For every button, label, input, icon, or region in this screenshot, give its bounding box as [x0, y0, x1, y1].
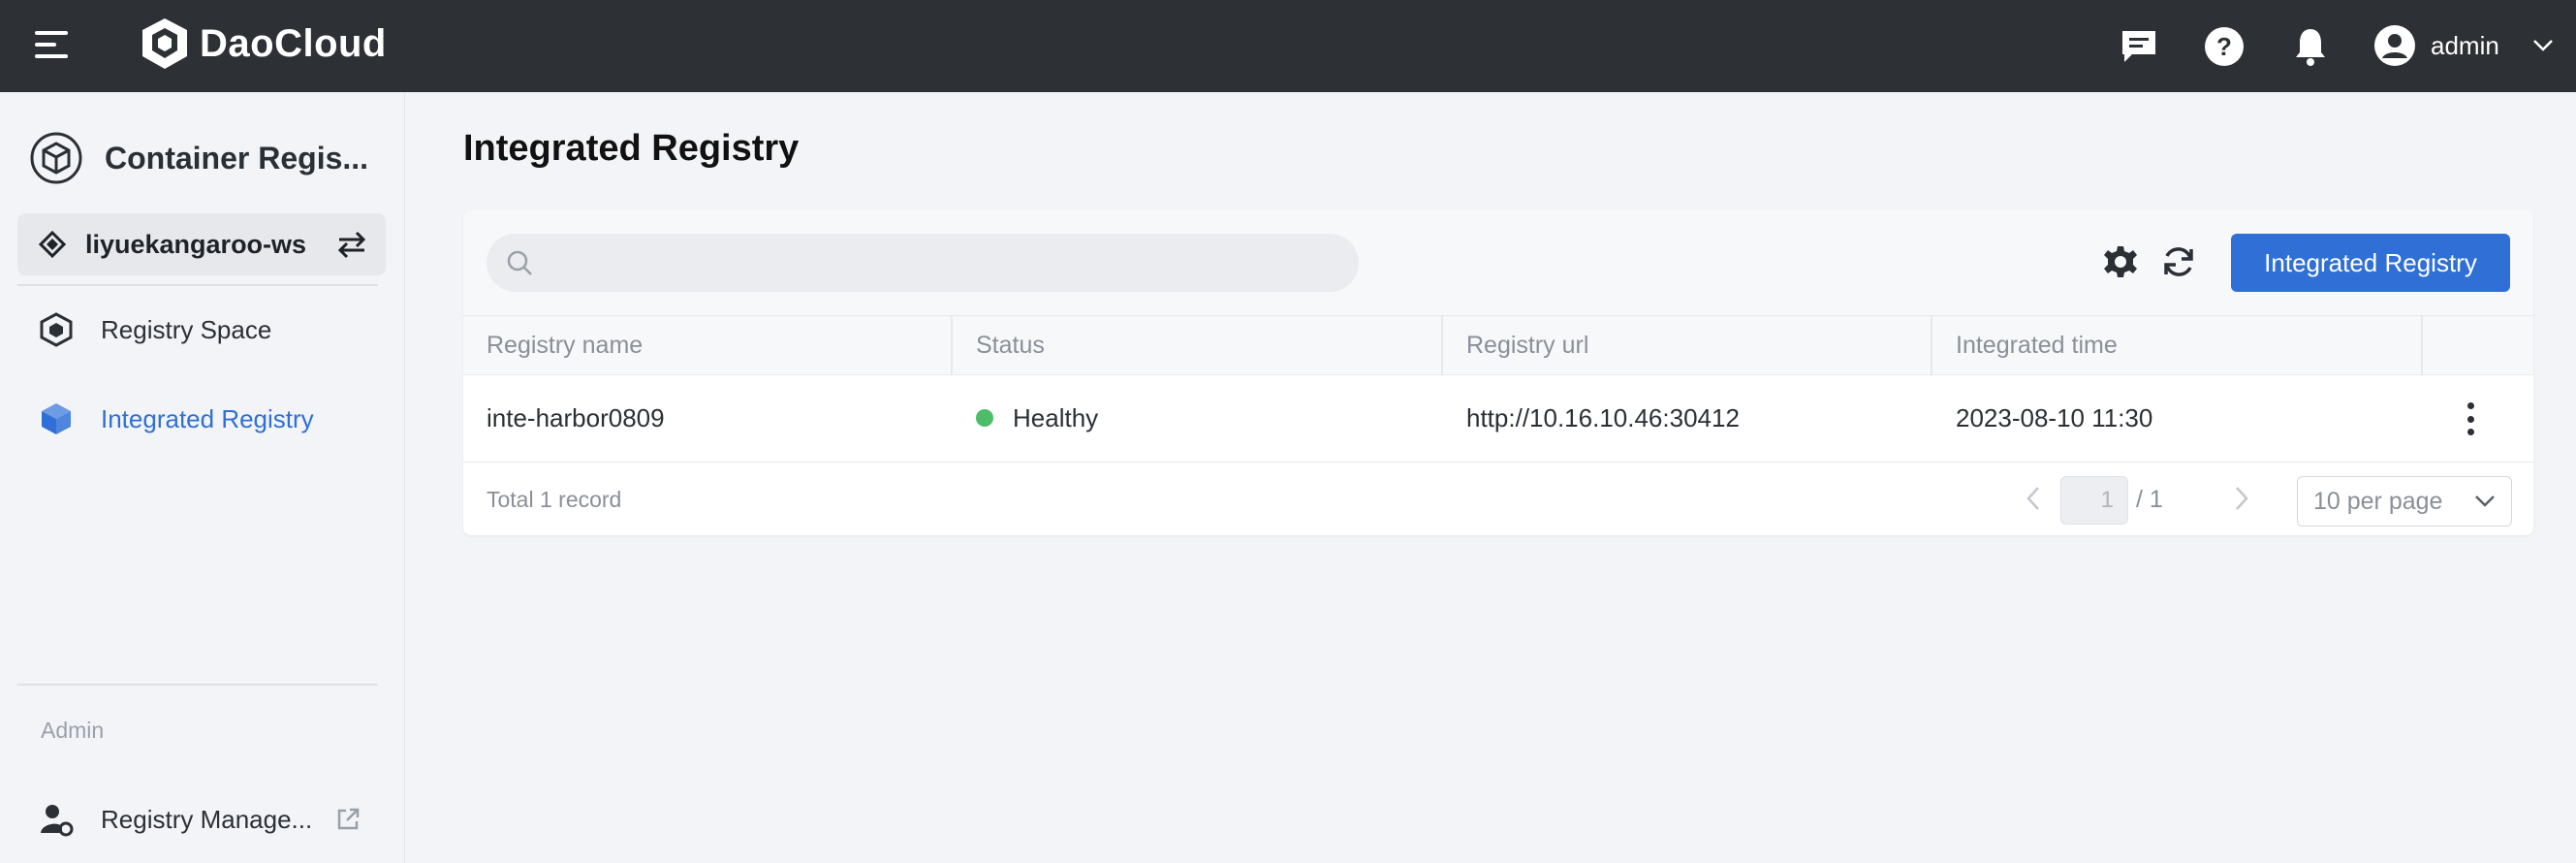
page-size-value: 10 per page	[2313, 487, 2443, 515]
sidebar-item-label: Registry Manage...	[101, 804, 313, 834]
app-header: Container Regis...	[29, 131, 368, 185]
user-menu[interactable]: admin	[2372, 23, 2554, 68]
app-title: Container Regis...	[105, 140, 369, 176]
help-icon[interactable]: ?	[2203, 25, 2246, 68]
cell-status: Healthy	[953, 375, 1098, 461]
next-page-icon[interactable]	[2227, 484, 2256, 513]
settings-button[interactable]	[2101, 242, 2140, 281]
cell-integrated-time: 2023-08-10 11:30	[1956, 402, 2153, 432]
column-header-registry-name[interactable]: Registry name	[463, 316, 953, 374]
total-records: Total 1 record	[487, 487, 622, 512]
more-actions-icon[interactable]	[2466, 402, 2475, 435]
search-icon	[507, 250, 532, 275]
prev-page-icon[interactable]	[2019, 484, 2048, 513]
refresh-icon	[2164, 247, 2193, 276]
column-header-status[interactable]: Status	[953, 316, 1443, 374]
sidebar-item-registry-management[interactable]: Registry Manage...	[39, 802, 361, 837]
bell-icon[interactable]	[2289, 25, 2332, 68]
daocloud-logo-icon	[142, 18, 187, 69]
menu-icon[interactable]	[35, 29, 72, 60]
username: admin	[2431, 30, 2499, 60]
switch-icon[interactable]	[335, 229, 368, 260]
sidebar-item-label: Registry Space	[101, 314, 272, 344]
user-avatar-icon	[2374, 25, 2415, 66]
search-input[interactable]	[547, 234, 1359, 292]
table-toolbar: Integrated Registry	[463, 210, 2533, 315]
page-total: / 1	[2136, 486, 2163, 513]
refresh-button[interactable]	[2159, 242, 2198, 281]
cell-registry-url: http://10.16.10.46:30412	[1466, 402, 1740, 432]
sidebar-item-integrated-registry[interactable]: Integrated Registry	[39, 400, 314, 437]
external-link-icon	[337, 808, 360, 830]
table-footer: Total 1 record 1 / 1 10 per page	[463, 463, 2533, 535]
svg-text:?: ?	[2216, 32, 2232, 61]
chevron-down-icon	[2532, 40, 2553, 51]
status-healthy-dot	[976, 409, 993, 427]
user-gear-icon	[41, 805, 74, 837]
sidebar-divider	[17, 284, 378, 286]
sidebar-item-label: Integrated Registry	[101, 403, 314, 433]
status-text: Healthy	[1013, 402, 1099, 432]
cube-filled-icon	[42, 403, 71, 434]
table-header: Registry name Status Registry url Integr…	[463, 315, 2533, 375]
integrate-registry-button[interactable]: Integrated Registry	[2231, 234, 2510, 292]
page-size-select[interactable]: 10 per page	[2297, 476, 2512, 527]
container-registry-icon	[30, 132, 82, 184]
sidebar: Container Regis... liyuekangaroo-ws Regi…	[0, 92, 405, 863]
page-title: Integrated Registry	[463, 128, 800, 169]
chevron-down-icon	[2475, 495, 2495, 507]
cell-registry-name[interactable]: inte-harbor0809	[463, 375, 665, 461]
workspace-switcher[interactable]: liyuekangaroo-ws	[17, 213, 386, 275]
top-bar: DaoCloud ? admin	[0, 0, 2576, 92]
cube-outline-icon	[40, 312, 73, 347]
brand-logo[interactable]: DaoCloud	[138, 16, 387, 72]
section-label-admin: Admin	[41, 718, 105, 743]
workspace-name: liyuekangaroo-ws	[85, 229, 307, 259]
column-header-registry-url[interactable]: Registry url	[1443, 316, 1932, 374]
message-icon[interactable]	[2118, 25, 2160, 68]
sidebar-item-registry-space[interactable]: Registry Space	[39, 311, 271, 348]
brand-name: DaoCloud	[200, 21, 387, 65]
gear-icon	[2104, 246, 2137, 277]
column-header-integrated-time[interactable]: Integrated time	[1932, 316, 2423, 374]
registry-table-card: Integrated Registry Registry name Status…	[463, 210, 2533, 535]
table-row[interactable]: inte-harbor0809 Healthy http://10.16.10.…	[463, 375, 2533, 463]
sidebar-divider	[17, 684, 378, 686]
page-number-input[interactable]: 1	[2060, 476, 2128, 525]
workspace-icon	[39, 231, 66, 258]
search-box[interactable]	[487, 234, 1359, 292]
